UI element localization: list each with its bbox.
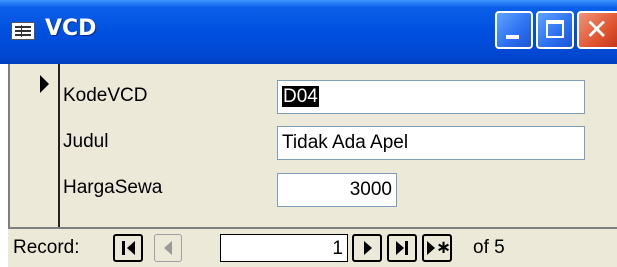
current-record-input[interactable]: 1 — [220, 234, 348, 262]
minimize-icon — [506, 35, 519, 39]
kodevcd-value: D04 — [282, 86, 319, 107]
window-left-edge — [8, 64, 10, 227]
close-button[interactable]: ✕ — [577, 11, 617, 49]
form-icon — [11, 22, 35, 40]
previous-record-icon — [164, 241, 172, 255]
record-navigator: Record: 1 ∗ of 5 — [8, 227, 617, 267]
hargasewa-value: 3000 — [349, 179, 392, 200]
kodevcd-label: KodeVCD — [63, 85, 148, 106]
record-label: Record: — [13, 237, 80, 258]
first-record-button[interactable] — [113, 234, 143, 262]
record-count: of 5 — [473, 237, 505, 258]
judul-label: Judul — [63, 131, 109, 152]
judul-value: Tidak Ada Apel — [282, 132, 409, 153]
new-record-button[interactable]: ∗ — [422, 234, 452, 262]
title-bar[interactable]: VCD ✕ — [0, 0, 617, 64]
record-selector[interactable] — [18, 64, 60, 227]
close-icon: ✕ — [585, 13, 609, 46]
next-record-icon — [364, 241, 372, 255]
minimize-button[interactable] — [495, 11, 533, 49]
hargasewa-label: HargaSewa — [63, 177, 163, 198]
kodevcd-field[interactable]: D04 — [277, 80, 585, 114]
next-record-button[interactable] — [352, 234, 382, 262]
maximize-icon — [546, 20, 564, 38]
current-record-arrow-icon — [40, 75, 49, 93]
last-record-button[interactable] — [387, 234, 417, 262]
window-title: VCD — [45, 16, 97, 41]
hargasewa-field[interactable]: 3000 — [277, 173, 397, 207]
previous-record-button[interactable] — [154, 234, 182, 262]
judul-field[interactable]: Tidak Ada Apel — [277, 126, 585, 160]
form-window: VCD ✕ KodeVCD D04 Judul Tidak Ada Apel H… — [0, 0, 617, 267]
maximize-button[interactable] — [536, 11, 574, 49]
